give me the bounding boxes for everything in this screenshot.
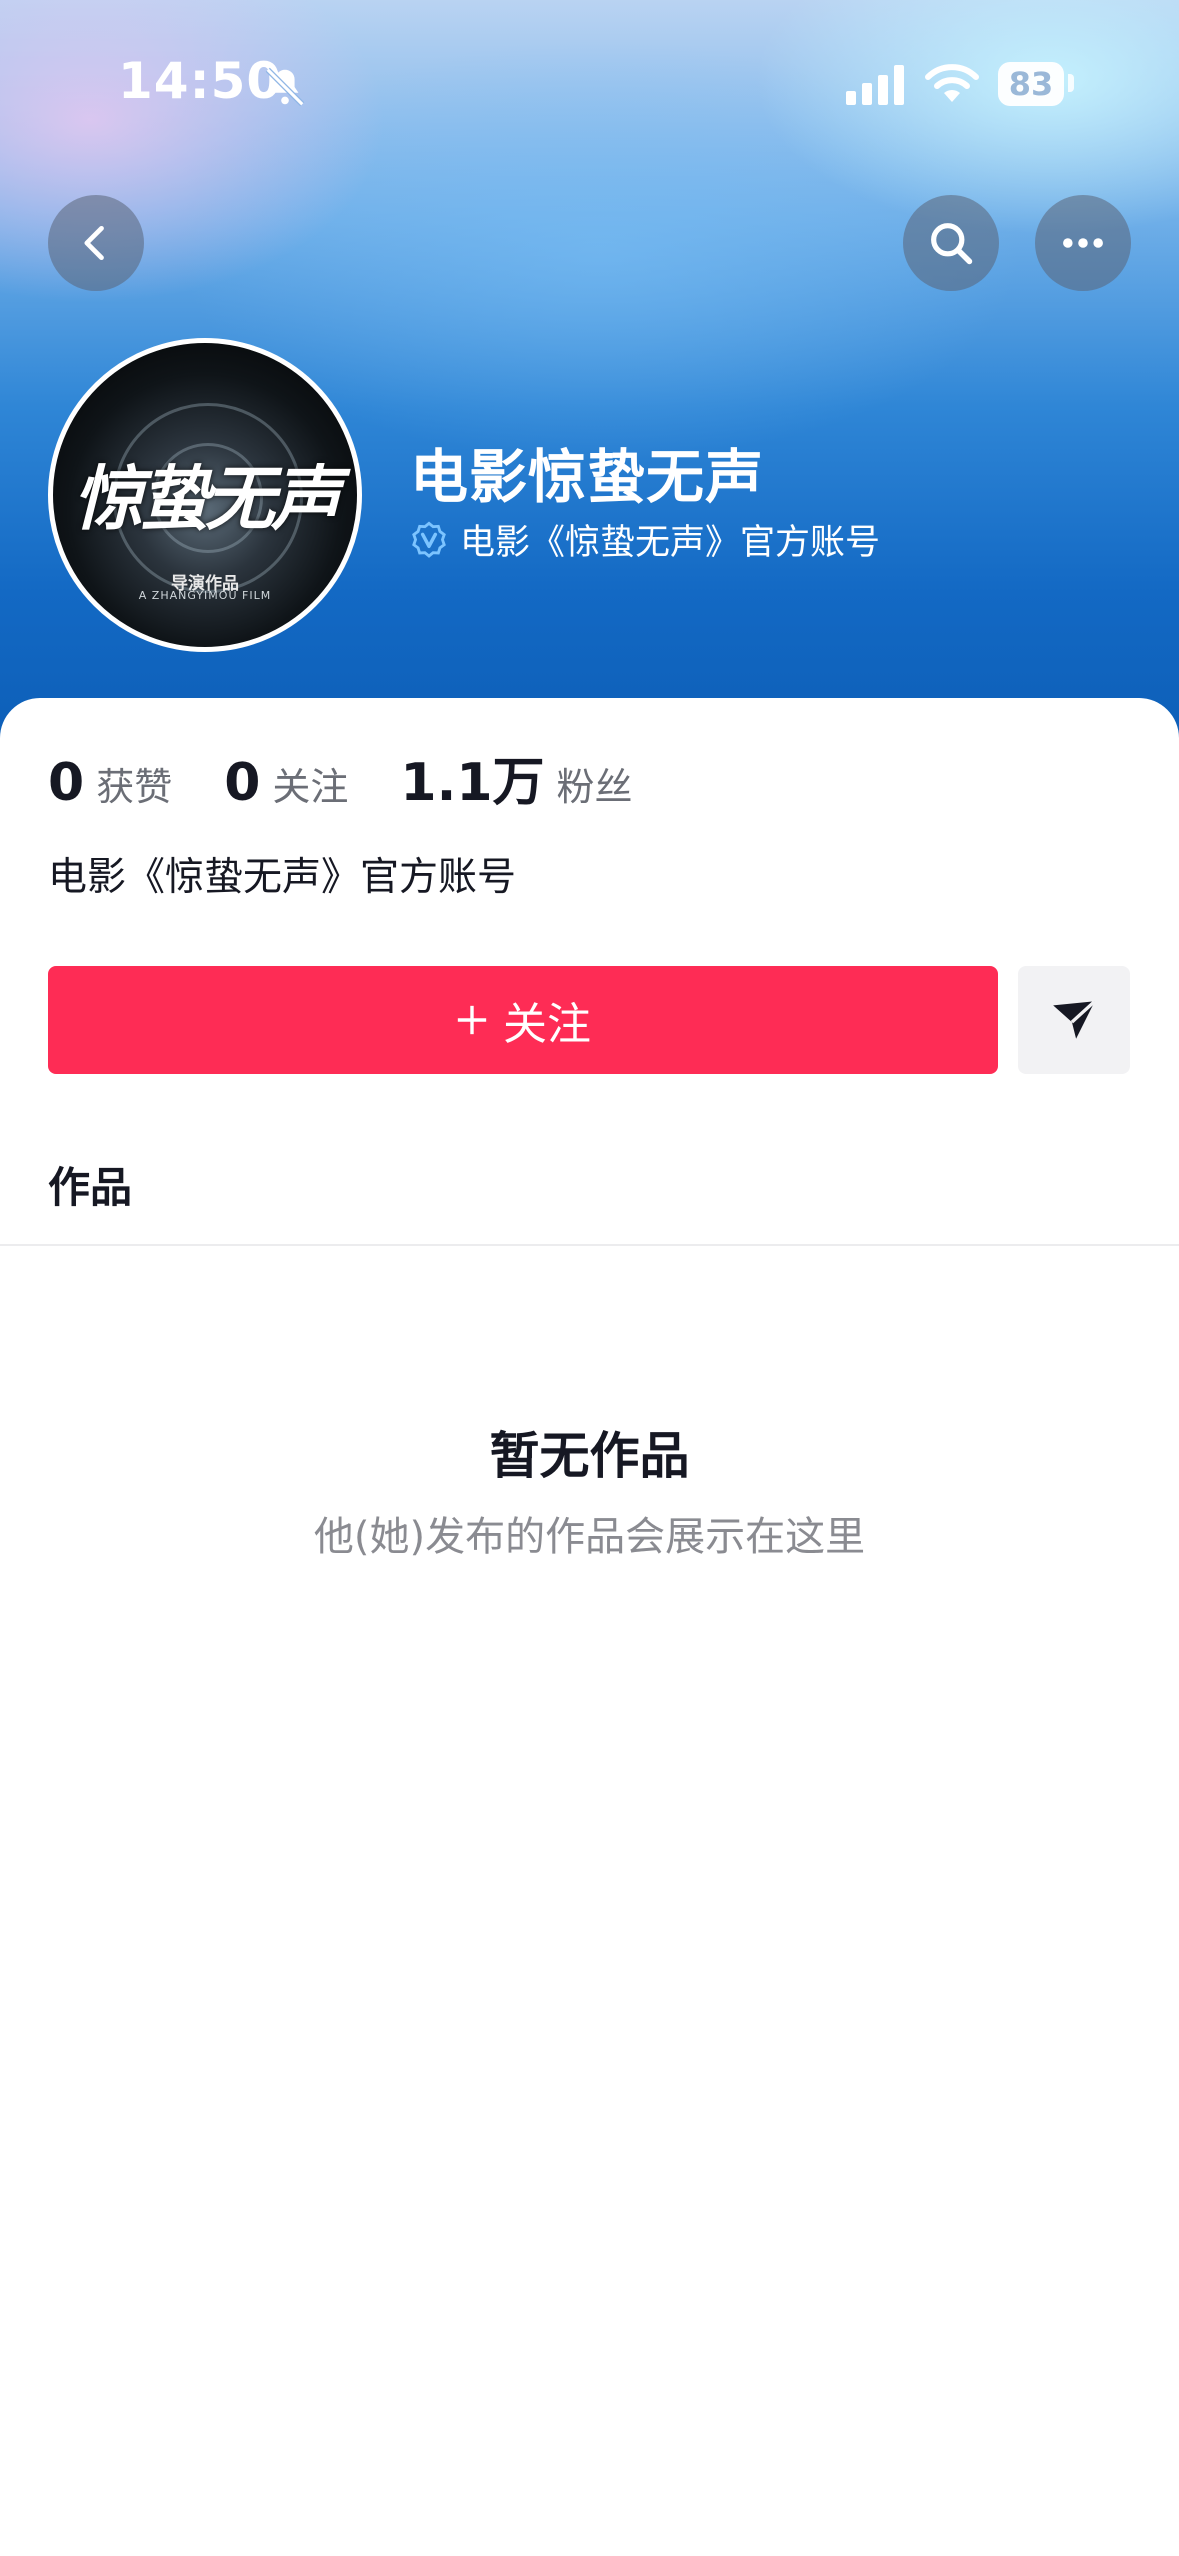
stat-likes-value: 0 [48, 753, 85, 813]
avatar-title: 惊蛰无声 [73, 457, 341, 540]
tab-divider [0, 1244, 1179, 1246]
avatar-film-text: A ZHANGYIMOU FILM [138, 589, 272, 602]
share-icon [1053, 1000, 1096, 1039]
verification-row: 电影《惊蛰无声》官方账号 [410, 514, 880, 565]
stat-followers-label: 粉丝 [556, 765, 633, 809]
empty-state-description: 他(她)发布的作品会展示在这里 [313, 1514, 866, 1560]
status-bar: 14:50 83 [0, 0, 1179, 170]
follow-button[interactable]: 关注 [48, 966, 998, 1074]
search-icon [931, 223, 973, 265]
more-icon [1063, 238, 1103, 248]
verification-text: 电影《惊蛰无声》官方账号 [460, 523, 881, 563]
more-button[interactable] [1035, 195, 1131, 291]
search-button[interactable] [903, 195, 999, 291]
back-icon [84, 225, 104, 261]
profile-content-sheet: 0 获赞 0 关注 1.1万 粉丝 电影《惊蛰无声》官方账号 关注 作品 暂无作… [0, 698, 1179, 2556]
profile-name: 电影惊蛰无声 [410, 443, 765, 511]
follow-button-label: 关注 [503, 1000, 591, 1049]
stat-followers-value: 1.1万 [400, 753, 545, 813]
status-time: 14:50 [118, 52, 283, 110]
profile-bio: 电影《惊蛰无声》官方账号 [48, 855, 517, 900]
stat-likes-label: 获赞 [96, 765, 173, 809]
stats-row: 0 获赞 0 关注 1.1万 粉丝 [48, 740, 685, 815]
bell-muted-icon [265, 67, 305, 107]
tab-works[interactable]: 作品 [48, 1154, 132, 1215]
stat-following[interactable]: 0 关注 [224, 753, 348, 813]
back-button[interactable] [48, 195, 144, 291]
verified-icon [412, 521, 446, 558]
battery-tip [1068, 74, 1074, 92]
stat-following-value: 0 [224, 753, 261, 813]
wifi-icon [925, 64, 979, 102]
signal-icon [846, 65, 904, 105]
battery-indicator: 83 [998, 62, 1064, 106]
avatar[interactable]: 惊蛰无声 导演作品 A ZHANGYIMOU FILM [48, 338, 362, 652]
share-button[interactable] [1018, 966, 1130, 1074]
empty-state-title: 暂无作品 [489, 1427, 690, 1485]
plus-icon [457, 1005, 487, 1035]
stat-likes[interactable]: 0 获赞 [48, 753, 172, 813]
stat-following-label: 关注 [272, 765, 349, 809]
stat-followers[interactable]: 1.1万 粉丝 [400, 740, 632, 815]
